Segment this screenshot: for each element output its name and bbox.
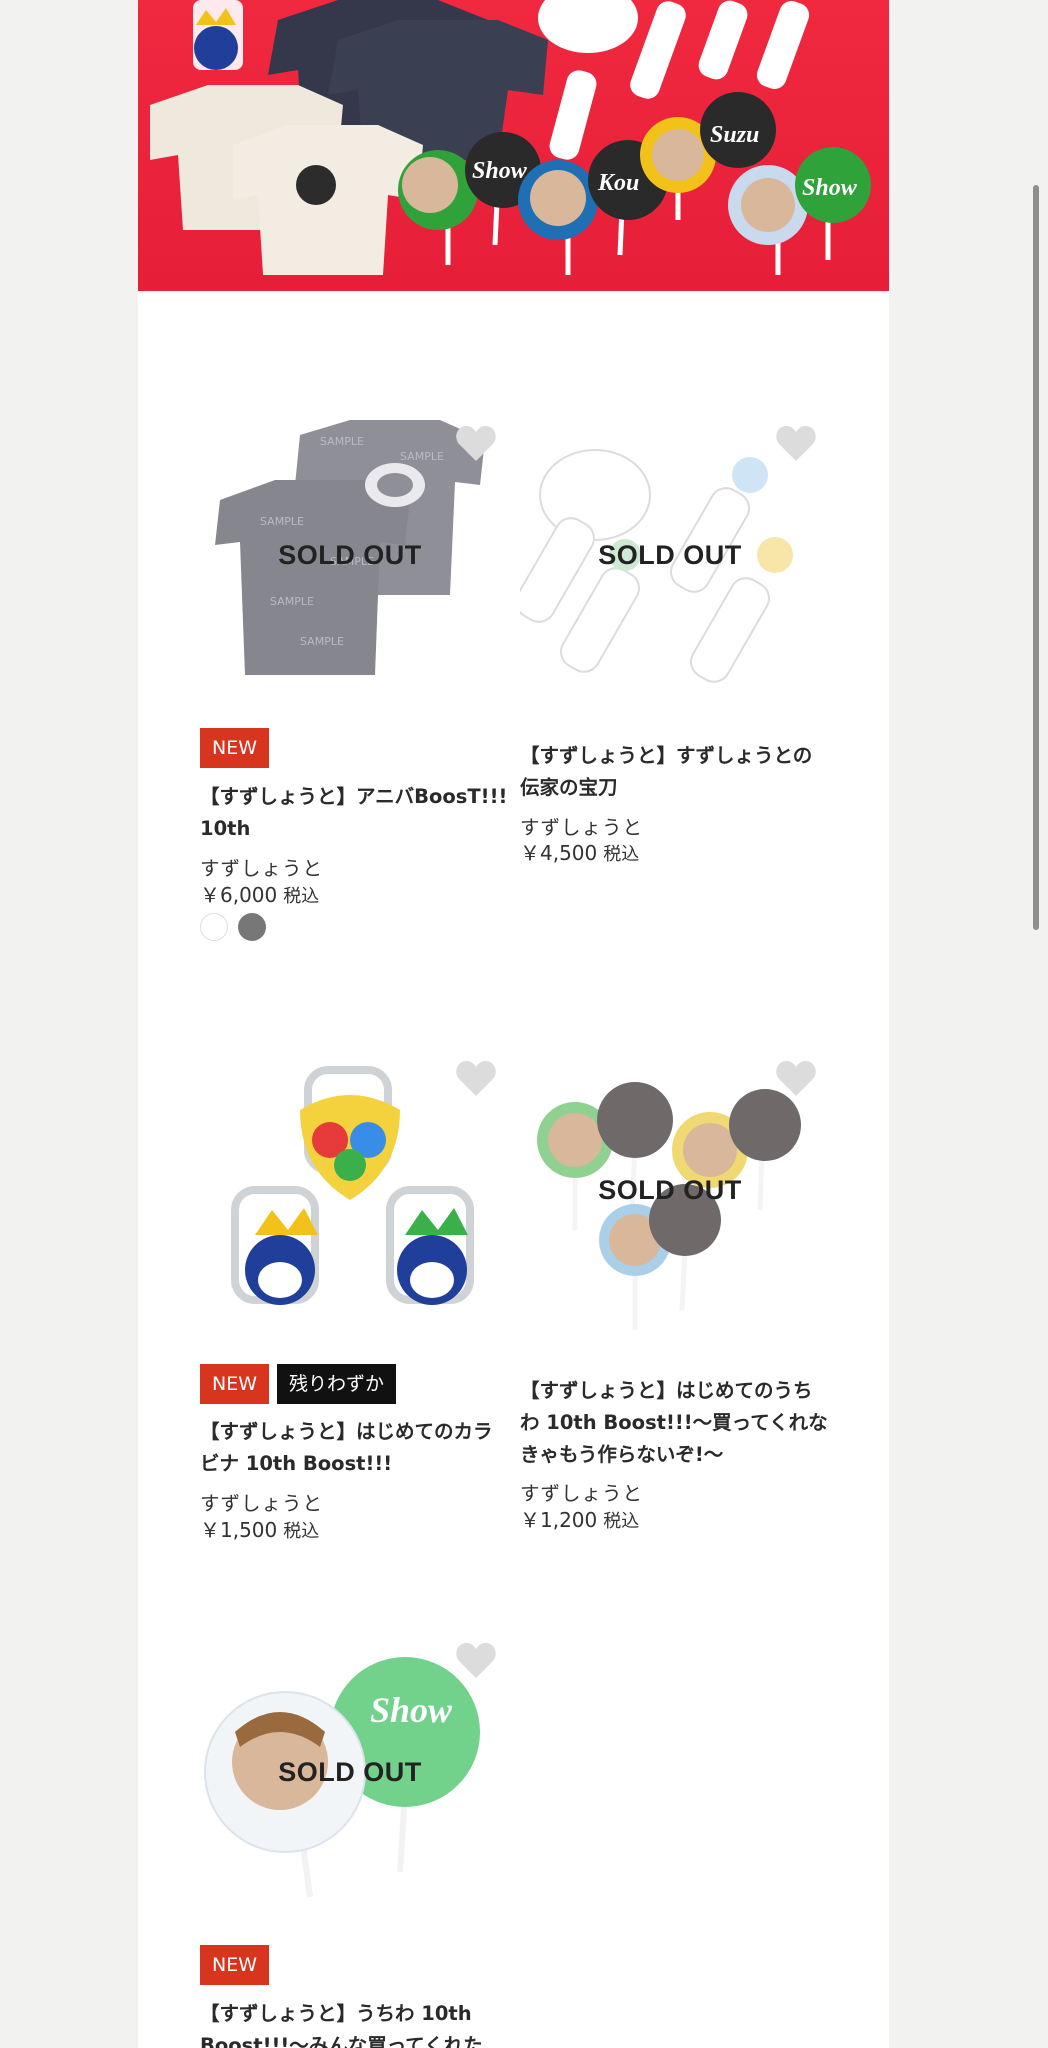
product-price: ￥6,000 税込 — [200, 879, 319, 908]
svg-text:SAMPLE: SAMPLE — [270, 595, 314, 608]
price-value: ￥1,500 — [200, 1518, 278, 1542]
heart-icon[interactable] — [774, 423, 818, 463]
price-value: ￥6,000 — [200, 883, 278, 907]
price-value: ￥4,500 — [520, 841, 598, 865]
banner-label-suzu: Suzu — [710, 122, 759, 148]
product-title[interactable]: 【すずしょうと】すずしょうとの伝家の宝刀 — [520, 740, 830, 804]
scrollbar[interactable] — [1033, 185, 1039, 930]
product-card-uchiwa-single[interactable]: Show SOLD OUT NEW 【すずしょうと】うちわ 10th Boost… — [200, 1622, 500, 2048]
sold-out-label: SOLD OUT — [278, 1757, 422, 1787]
heart-icon[interactable] — [774, 1058, 818, 1098]
color-swatches — [200, 913, 266, 941]
heart-icon[interactable] — [454, 1058, 498, 1098]
svg-text:SAMPLE: SAMPLE — [400, 450, 444, 463]
sold-out-label: SOLD OUT — [598, 1175, 742, 1205]
low-stock-badge: 残りわずか — [277, 1364, 397, 1404]
banner-illustration: Show Kou Suzu Show — [150, 0, 871, 275]
product-brand: すずしょうと — [520, 1482, 644, 1505]
heart-icon[interactable] — [454, 1640, 498, 1680]
carabiner-image — [193, 0, 243, 70]
swatch-gray[interactable] — [238, 913, 266, 941]
product-price: ￥1,500 税込 — [200, 1514, 319, 1543]
product-card-uchiwa-set[interactable]: SOLD OUT 【すずしょうと】はじめてのうちわ 10th Boost!!!〜… — [520, 1040, 828, 1540]
product-price: ￥1,200 税込 — [520, 1504, 639, 1533]
hero-banner[interactable]: Show Kou Suzu Show — [138, 0, 889, 291]
tax-label: 税込 — [603, 844, 640, 865]
product-list-page: Show Kou Suzu Show SAMPLE SAMPLE SAMPLE SA… — [138, 0, 889, 2048]
sold-out-label: SOLD OUT — [278, 540, 422, 570]
svg-text:SAMPLE: SAMPLE — [320, 435, 364, 448]
tax-label: 税込 — [283, 886, 320, 907]
product-brand: すずしょうと — [200, 857, 324, 880]
svg-text:SAMPLE: SAMPLE — [300, 635, 344, 648]
product-card-carabiner[interactable]: NEW 残りわずか 【すずしょうと】はじめてのカラビナ 10th Boost!!… — [200, 1040, 500, 1543]
product-title[interactable]: 【すずしょうと】はじめてのうちわ 10th Boost!!!〜買ってくれなきゃも… — [520, 1375, 830, 1471]
tax-label: 税込 — [283, 1521, 320, 1542]
product-card-tshirt[interactable]: SAMPLE SAMPLE SAMPLE SAMPLE SAMPLE SAMPLE S… — [200, 405, 507, 945]
svg-text:SAMPLE: SAMPLE — [260, 515, 304, 528]
banner-label-show: Show — [472, 158, 528, 184]
tax-label: 税込 — [603, 1511, 640, 1532]
uchiwa-label: Show — [370, 1690, 453, 1730]
new-badge: NEW — [200, 1945, 270, 1985]
product-title[interactable]: 【すずしょうと】うちわ 10th Boost!!!〜みんな買ってくれた — [200, 1998, 510, 2048]
swatch-white[interactable] — [200, 913, 228, 941]
product-card-penlight[interactable]: SOLD OUT 【すずしょうと】すずしょうとの伝家の宝刀 すずしょうと ￥4,… — [520, 405, 820, 875]
badge-row: NEW 残りわずか — [200, 1364, 397, 1404]
product-price: ￥4,500 税込 — [520, 837, 639, 866]
heart-icon[interactable] — [454, 423, 498, 463]
product-brand: すずしょうと — [200, 1492, 324, 1515]
banner-label-kou: Kou — [597, 170, 639, 196]
product-title[interactable]: 【すずしょうと】はじめてのカラビナ 10th Boost!!! — [200, 1416, 510, 1480]
badge-row: NEW — [200, 1945, 270, 1985]
sold-out-label: SOLD OUT — [598, 540, 742, 570]
new-badge: NEW — [200, 1364, 270, 1404]
badge-row: NEW — [200, 728, 270, 768]
new-badge: NEW — [200, 728, 270, 768]
product-brand: すずしょうと — [520, 816, 644, 839]
product-title[interactable]: 【すずしょうと】アニバBoosT!!! 10th — [200, 781, 510, 845]
banner-label-show-2: Show — [802, 175, 858, 201]
price-value: ￥1,200 — [520, 1508, 598, 1532]
